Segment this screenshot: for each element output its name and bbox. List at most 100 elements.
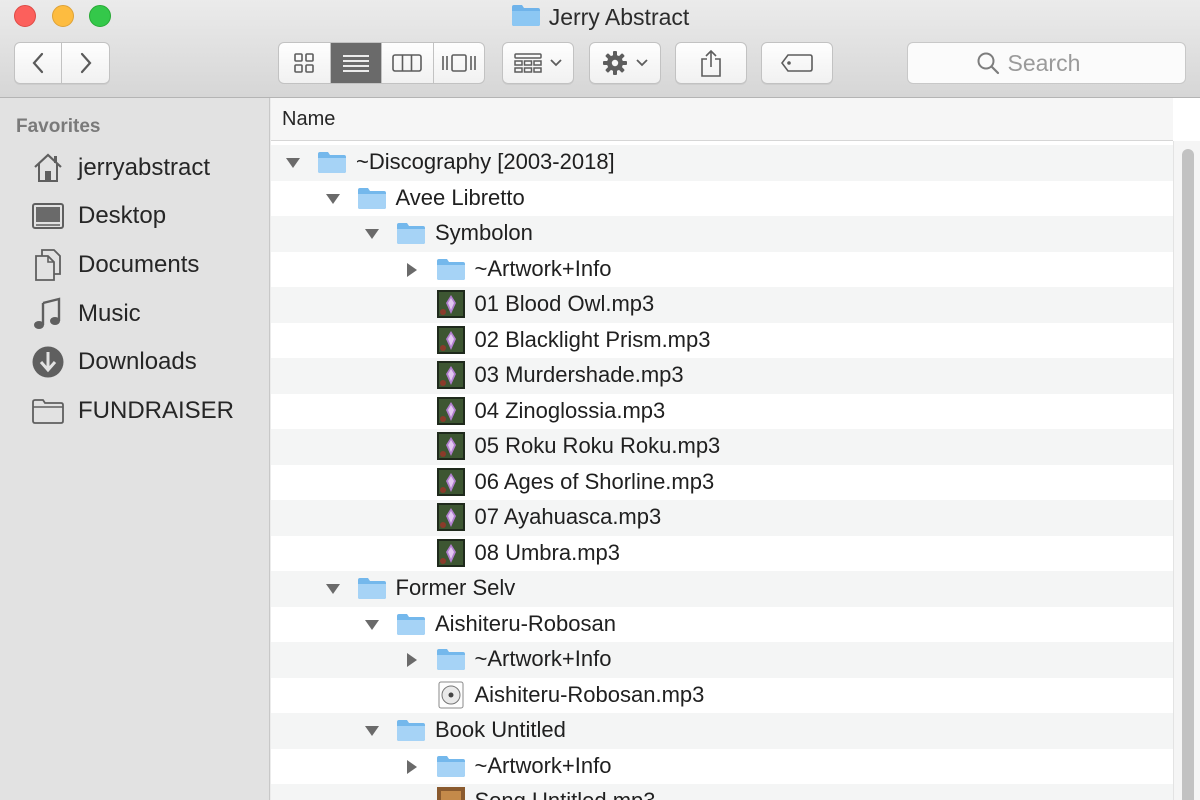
window-title: Jerry Abstract <box>548 3 690 30</box>
item-name: Book Untitled <box>435 717 566 742</box>
file-row[interactable]: Aishiteru-Robosan.mp3 <box>271 678 1173 714</box>
file-row[interactable]: 07 Ayahuasca.mp3 <box>271 500 1173 536</box>
tag-icon <box>781 54 813 72</box>
folder-icon <box>436 646 466 672</box>
disclosure-expanded-icon[interactable] <box>283 153 303 173</box>
sidebar-section-heading: Favorites <box>16 116 101 137</box>
back-button[interactable] <box>15 43 63 83</box>
folder-row[interactable]: Symbolon <box>271 216 1173 252</box>
file-row[interactable]: 01 Blood Owl.mp3 <box>271 287 1173 323</box>
sidebar-item-home[interactable]: jerryabstract <box>30 148 260 188</box>
sidebar-item-downloads[interactable]: Downloads <box>30 342 260 382</box>
share-icon <box>701 49 721 77</box>
folder-row[interactable]: Former Selv <box>271 571 1173 607</box>
folder-icon <box>436 256 466 282</box>
group-by-icon <box>514 53 542 73</box>
file-row[interactable]: 02 Blacklight Prism.mp3 <box>271 323 1173 359</box>
view-mode-segmented-control <box>278 42 485 84</box>
documents-icon <box>30 247 66 283</box>
disclosure-expanded-icon[interactable] <box>323 189 343 209</box>
folder-icon <box>396 717 426 743</box>
grid-icon <box>294 53 315 73</box>
action-menu-button[interactable] <box>589 42 661 84</box>
column-header-name[interactable]: Name <box>271 98 1173 141</box>
folder-row[interactable]: Book Untitled <box>271 713 1173 749</box>
disclosure-expanded-icon[interactable] <box>362 615 382 635</box>
search-field[interactable] <box>907 42 1186 84</box>
sidebar-item-fundraiser[interactable]: FUNDRAISER <box>30 391 260 431</box>
album-art-icon <box>436 432 466 460</box>
cover-flow-view-button[interactable] <box>434 43 485 83</box>
group-by-button[interactable] <box>502 42 574 84</box>
disclosure-expanded-icon[interactable] <box>362 721 382 741</box>
share-button[interactable] <box>675 42 747 84</box>
item-name: ~Artwork+Info <box>474 752 612 778</box>
item-name: 06 Ages of Shorline.mp3 <box>474 468 715 494</box>
back-forward-group <box>14 42 110 84</box>
chevron-down-icon <box>550 59 562 67</box>
file-row[interactable]: 03 Murdershade.mp3 <box>271 358 1173 394</box>
search-input[interactable] <box>1007 49 1118 77</box>
disclosure-collapsed-icon[interactable] <box>402 650 422 670</box>
chevron-down-icon <box>636 59 648 67</box>
item-name: 05 Roku Roku Roku.mp3 <box>474 433 721 458</box>
file-list-view: Name ~Discography [2003-2018] Avee Libret… <box>271 98 1200 800</box>
sidebar-item-desktop[interactable]: Desktop <box>30 196 260 236</box>
file-row[interactable]: Song Untitled.mp3 <box>271 784 1173 800</box>
file-row[interactable]: 06 Ages of Shorline.mp3 <box>271 465 1173 501</box>
item-name: Symbolon <box>435 220 533 245</box>
chevron-left-icon <box>32 52 44 74</box>
album-art-icon <box>436 396 466 425</box>
cover-flow-icon <box>441 54 476 72</box>
album-art-icon <box>436 538 466 567</box>
folder-icon <box>436 753 466 779</box>
item-name: 03 Murdershade.mp3 <box>474 362 684 387</box>
sidebar: Favorites jerryabstract Desktop Document… <box>0 98 270 800</box>
folder-row[interactable]: Aishiteru-Robosan <box>271 607 1173 643</box>
list-view-button[interactable] <box>330 43 382 83</box>
disclosure-collapsed-icon[interactable] <box>402 260 422 280</box>
sidebar-item-documents[interactable]: Documents <box>30 245 260 285</box>
folder-icon <box>396 611 426 637</box>
chevron-right-icon <box>80 52 91 74</box>
icon-view-button[interactable] <box>279 43 331 83</box>
album-art-icon <box>436 325 466 354</box>
album-art-icon <box>436 467 466 496</box>
forward-button[interactable] <box>62 43 109 83</box>
folder-row[interactable]: ~Discography [2003-2018] <box>271 145 1173 181</box>
item-name: ~Artwork+Info <box>474 255 612 281</box>
folder-icon <box>396 220 426 246</box>
music-note-icon <box>30 296 66 332</box>
album-art-icon <box>436 503 466 531</box>
sidebar-item-music[interactable]: Music <box>30 294 260 334</box>
item-name: Song Untitled.mp3 <box>475 788 656 800</box>
file-row[interactable]: 04 Zinoglossia.mp3 <box>271 394 1173 430</box>
disclosure-expanded-icon[interactable] <box>362 224 382 244</box>
item-name: 02 Blacklight Prism.mp3 <box>474 326 711 352</box>
list-icon <box>342 55 369 72</box>
disclosure-collapsed-icon[interactable] <box>402 757 422 777</box>
vertical-scrollbar[interactable] <box>1173 141 1200 800</box>
sidebar-item-label: FUNDRAISER <box>78 397 235 424</box>
gear-icon <box>603 51 627 75</box>
scrollbar-thumb[interactable] <box>1182 149 1194 800</box>
window-title-bar: Jerry Abstract <box>0 3 1200 31</box>
file-row[interactable]: 08 Umbra.mp3 <box>271 536 1173 572</box>
folder-row[interactable]: Avee Libretto <box>271 181 1173 217</box>
folder-row[interactable]: ~Artwork+Info <box>271 749 1173 785</box>
item-name: Avee Libretto <box>395 184 525 210</box>
downloads-icon <box>30 344 66 380</box>
folder-row[interactable]: ~Artwork+Info <box>271 642 1173 678</box>
audio-file-icon <box>436 681 466 708</box>
window-toolbar: Jerry Abstract <box>0 0 1200 98</box>
column-view-button[interactable] <box>382 43 434 83</box>
disclosure-expanded-icon[interactable] <box>323 579 343 599</box>
album-art-icon <box>436 290 466 318</box>
folder-row[interactable]: ~Artwork+Info <box>271 252 1173 288</box>
tag-button[interactable] <box>761 42 833 84</box>
item-name: 04 Zinoglossia.mp3 <box>474 397 666 423</box>
sidebar-item-label: Music <box>78 300 141 327</box>
file-row[interactable]: 05 Roku Roku Roku.mp3 <box>271 429 1173 465</box>
item-name: 08 Umbra.mp3 <box>474 539 621 565</box>
item-name: ~Artwork+Info <box>474 646 612 671</box>
